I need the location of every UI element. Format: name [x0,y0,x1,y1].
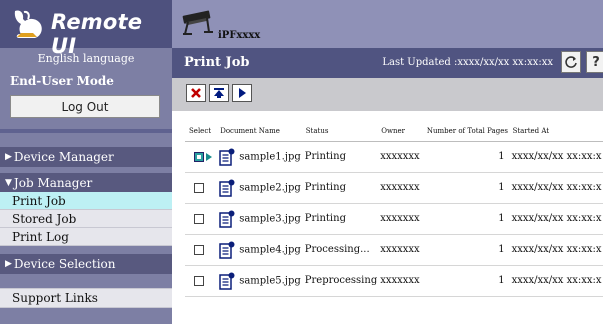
rabbit-logo-icon [14,10,42,39]
column-header-owner: Owner [377,121,423,142]
nav-item-print-job[interactable]: Print Job [0,192,172,210]
pages-cell: 1 [422,172,509,204]
column-header-total-pages: Number of Total Pages [422,121,509,142]
nav-item-print-log[interactable]: Print Log [0,228,172,246]
nav-job-manager[interactable]: ▼ Job Manager [0,173,172,193]
select-cell [185,234,217,266]
row-checkbox[interactable] [194,275,204,286]
status-cell: Printing [301,203,378,235]
status-cell: Printing [301,172,378,204]
document-cell: sample3.jpg [216,203,302,235]
started-at-cell: xxxx/xx/xx xx:xx:x [508,172,603,204]
content-divider [172,111,603,117]
document-icon [219,272,235,290]
document-cell: sample2.jpg [216,172,302,204]
select-cell [185,265,217,297]
status-cell: Processing... [301,234,378,266]
row-checkbox[interactable] [194,244,204,255]
select-cell [185,141,217,173]
started-at-cell: xxxx/xx/xx xx:xx:x [508,203,603,235]
select-cell [185,172,217,204]
refresh-button[interactable] [561,51,581,73]
play-icon [239,88,246,98]
started-at-cell: xxxx/xx/xx xx:xx:x [508,234,603,266]
row-checkbox[interactable] [194,151,204,162]
owner-cell: xxxxxxx [377,172,423,204]
mode-label: End-User Mode [10,74,114,88]
sidebar-divider [0,129,172,133]
pages-cell: 1 [422,265,509,297]
document-name: sample5.jpg [239,275,301,286]
nav-device-manager[interactable]: ▶ Device Manager [0,147,172,167]
table-row[interactable]: sample1.jpg Printing xxxxxxx 1 xxxx/xx/x… [185,141,603,173]
logo-text: Remote UI [51,10,143,58]
row-checkbox[interactable] [194,213,204,224]
table-header-row: Select Document Name Status Owner Number… [185,121,603,142]
cancel-job-button[interactable] [186,84,206,102]
printer-name: iPFxxxx [218,30,261,41]
top-header: iPFxxxx [172,0,603,48]
table-row[interactable]: sample3.jpg Printing xxxxxxx 1 xxxx/xx/x… [185,203,603,235]
help-button[interactable]: ? [586,51,603,73]
sidebar: Remote UI English language End-User Mode… [0,0,172,324]
title-bar: Print Job Last Updated :xxxx/xx/xx xx:xx… [172,48,603,78]
cancel-x-icon [191,88,201,98]
pages-cell: 1 [422,203,509,235]
status-cell: Preprocessing [301,265,378,297]
column-header-status: Status [301,121,378,142]
owner-cell: xxxxxxx [377,265,423,297]
page-title: Print Job [184,55,250,70]
nav-job-manager-label: Job Manager [13,176,93,190]
column-header-document-name: Document Name [216,121,302,142]
document-cell: sample1.jpg [216,141,302,173]
move-to-top-button[interactable] [209,84,229,102]
logout-button[interactable]: Log Out [10,95,160,118]
nav-item-support-links[interactable]: Support Links [0,288,172,308]
triangle-down-icon: ▼ [5,178,12,188]
document-name: sample1.jpg [239,151,301,162]
table-row[interactable]: sample4.jpg Processing... xxxxxxx 1 xxxx… [185,234,603,266]
document-name: sample4.jpg [239,244,301,255]
nav-device-selection-label: Device Selection [13,257,116,271]
owner-cell: xxxxxxx [377,141,423,173]
nav-device-manager-label: Device Manager [13,150,114,164]
owner-cell: xxxxxxx [377,234,423,266]
column-header-select: Select [185,121,217,142]
document-icon [219,179,235,197]
document-name: sample3.jpg [239,213,301,224]
pages-cell: 1 [422,234,509,266]
move-to-top-icon [214,88,224,98]
triangle-right-icon: ▶ [5,259,12,269]
status-cell: Printing [301,141,378,173]
table-row[interactable]: sample2.jpg Printing xxxxxxx 1 xxxx/xx/x… [185,172,603,204]
nav-device-selection[interactable]: ▶ Device Selection [0,254,172,274]
printer-icon [182,10,213,35]
table-row[interactable]: sample5.jpg Preprocessing xxxxxxx 1 xxxx… [185,265,603,297]
document-cell: sample4.jpg [216,234,302,266]
select-cell [185,203,217,235]
toolbar [172,78,603,111]
row-checkbox[interactable] [194,182,204,193]
refresh-icon [565,56,577,68]
current-job-arrow-icon [206,152,212,161]
nav-item-stored-job[interactable]: Stored Job [0,210,172,228]
last-updated-text: Last Updated :xxxx/xx/xx xx:xx:xx [382,57,553,68]
column-header-started-at: Started At [508,121,603,142]
triangle-right-icon: ▶ [5,152,12,162]
started-at-cell: xxxx/xx/xx xx:xx:x [508,265,603,297]
pages-cell: 1 [422,141,509,173]
language-link[interactable]: English language [0,52,172,65]
print-job-table: Select Document Name Status Owner Number… [185,121,603,297]
started-at-cell: xxxx/xx/xx xx:xx:x [508,141,603,173]
owner-cell: xxxxxxx [377,203,423,235]
document-icon [219,148,235,166]
document-name: sample2.jpg [239,182,301,193]
logo-bar: Remote UI [0,0,172,58]
document-icon [219,241,235,259]
resume-button[interactable] [232,84,252,102]
document-cell: sample5.jpg [216,265,302,297]
document-icon [219,210,235,228]
